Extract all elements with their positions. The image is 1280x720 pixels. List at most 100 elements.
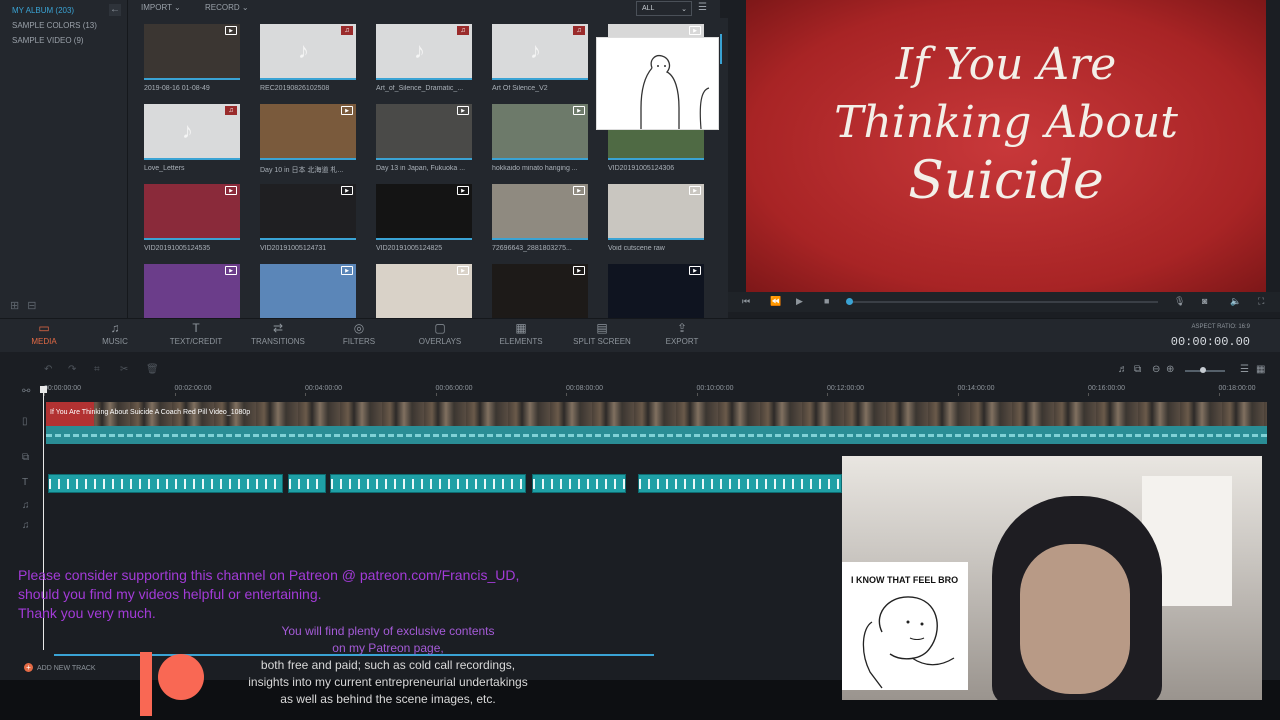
cartoon-overlay-image bbox=[596, 37, 719, 130]
add-new-track-button[interactable]: + ADD NEW TRACK bbox=[24, 663, 96, 672]
tab-text-credit[interactable]: T TEXT/CREDIT bbox=[156, 321, 236, 346]
text-clip[interactable] bbox=[532, 474, 626, 493]
media-item-name: hokkaido minato hanging ... bbox=[492, 165, 578, 172]
media-item[interactable]: ▶ VID20191005124535 bbox=[144, 184, 240, 252]
media-filter-select[interactable]: ALL ⌄ bbox=[636, 1, 692, 16]
text-clip[interactable] bbox=[48, 474, 283, 493]
media-item[interactable]: ♪ ♫ REC20190826102508 bbox=[260, 24, 356, 92]
delete-icon[interactable]: 🗑 bbox=[146, 364, 159, 375]
media-item[interactable]: ♪ ♫ Art_of_Silence_Dramatic_... bbox=[376, 24, 472, 92]
stop-icon[interactable]: ■ bbox=[824, 296, 829, 306]
media-item-name: Art_of_Silence_Dramatic_... bbox=[376, 85, 464, 92]
microphone-icon[interactable]: 🎙 bbox=[1174, 296, 1185, 307]
record-label: RECORD bbox=[205, 3, 240, 12]
skip-back-icon[interactable]: ⏮ bbox=[742, 296, 750, 307]
sidebar-actions: ⊞ ⊟ bbox=[10, 299, 36, 312]
record-button[interactable]: RECORD ⌄ bbox=[205, 3, 249, 12]
media-item[interactable]: ♪ ♫ Art Of Silence_V2 bbox=[492, 24, 588, 92]
media-item[interactable]: ▶ bbox=[608, 264, 704, 318]
media-item[interactable]: ▶ bbox=[376, 264, 472, 318]
media-item[interactable]: ▶ Day 13 in Japan, Fukuoka ... bbox=[376, 104, 472, 172]
ruler-tick bbox=[174, 393, 176, 396]
tab-music[interactable]: ♫ MUSIC bbox=[75, 321, 155, 346]
patreon-details: You will find plenty of exclusive conten… bbox=[230, 623, 546, 708]
undo-icon[interactable]: ↶ bbox=[44, 364, 52, 375]
preview-progress-bar[interactable] bbox=[848, 301, 1158, 303]
tab-filters[interactable]: ◎ FILTERS bbox=[319, 321, 399, 346]
redo-icon[interactable]: ↷ bbox=[68, 364, 76, 375]
album-item-sample-colors[interactable]: SAMPLE COLORS (13) bbox=[0, 18, 127, 33]
text-track bbox=[48, 474, 848, 494]
media-item[interactable]: ▶ 72696643_2881803275... bbox=[492, 184, 588, 252]
tab-label: TRANSITIONS bbox=[251, 337, 305, 346]
video-clip[interactable]: If You Are Thinking About Suicide A Coac… bbox=[46, 402, 1267, 444]
tab-label: FILTERS bbox=[342, 337, 376, 346]
zoom-out-icon[interactable]: ⊖ bbox=[1152, 364, 1160, 375]
media-item[interactable]: ▶ bbox=[144, 264, 240, 318]
import-button[interactable]: IMPORT ⌄ bbox=[141, 3, 181, 12]
ruler-tick-label: 00:02:00:00 bbox=[174, 385, 212, 392]
tab-transitions[interactable]: ⇄ TRANSITIONS bbox=[238, 321, 318, 346]
media-item[interactable]: ▶ bbox=[492, 264, 588, 318]
ruler-tick bbox=[1088, 393, 1089, 396]
media-item[interactable]: ▶ bbox=[260, 264, 356, 318]
ruler-tick bbox=[44, 393, 45, 396]
media-item[interactable]: ▶ Day 10 in 日本 北海道 札... bbox=[260, 104, 356, 175]
media-item-name: VID20191005124306 bbox=[608, 165, 675, 172]
tab-export[interactable]: ⇪ EXPORT bbox=[642, 321, 722, 346]
text-clip[interactable] bbox=[330, 474, 526, 493]
media-toolbar: IMPORT ⌄ RECORD ⌄ ALL ⌄ ☰ bbox=[128, 0, 720, 18]
ruler-tick bbox=[435, 393, 437, 396]
list-view-icon[interactable]: ☰ bbox=[698, 2, 707, 13]
zoom-slider-knob[interactable] bbox=[1200, 367, 1206, 373]
media-item[interactable]: ▶ 2019-08-16 01-08-49 bbox=[144, 24, 240, 92]
media-item[interactable]: ♪ ♫ Love_Letters bbox=[144, 104, 240, 172]
step-back-icon[interactable]: ⏪ bbox=[770, 296, 781, 307]
clip-label: If You Are Thinking About Suicide A Coac… bbox=[50, 409, 251, 416]
grid-icon[interactable]: ▦ bbox=[1256, 364, 1265, 375]
music-track-icon: ♫ bbox=[22, 500, 30, 511]
preview-progress-knob[interactable] bbox=[846, 298, 853, 305]
patreon-logo bbox=[140, 652, 208, 716]
timeline-toolbar: ↶ ↷ ⌗ ✂ 🗑 ♬ ⧉ ⊖ ⊕ ☰ ▦ bbox=[0, 362, 1280, 380]
timeline-ruler[interactable]: 00:00:00:00 00:02:00:00 00:04:00:00 00:06:0… bbox=[40, 380, 1280, 396]
media-item[interactable]: ▶ Void cutscene raw bbox=[608, 184, 704, 252]
list-icon[interactable]: ☰ bbox=[1240, 364, 1249, 375]
video-thumbnail: ▶ bbox=[376, 264, 472, 318]
tab-elements[interactable]: ▦ ELEMENTS bbox=[481, 321, 561, 346]
tab-label: ELEMENTS bbox=[499, 337, 543, 346]
album-item-my-album[interactable]: MY ALBUM (203) bbox=[0, 3, 127, 18]
media-scrollbar[interactable] bbox=[720, 34, 722, 64]
render-icon[interactable]: ⧉ bbox=[1134, 364, 1141, 375]
add-folder-icon[interactable]: ⊞ bbox=[10, 299, 19, 312]
delete-folder-icon[interactable]: ⊟ bbox=[27, 299, 36, 312]
snapshot-icon[interactable]: ◙ bbox=[1202, 296, 1207, 306]
audio-mixer-icon[interactable]: ♬ bbox=[1118, 364, 1128, 375]
ruler-tick-label: 00:18:00:00 bbox=[1218, 385, 1256, 392]
video-badge-icon: ▶ bbox=[225, 26, 237, 35]
text-clip[interactable] bbox=[288, 474, 326, 493]
ruler-tick-label: 00:04:00:00 bbox=[305, 385, 342, 392]
album-item-sample-video[interactable]: SAMPLE VIDEO (9) bbox=[0, 33, 127, 48]
tab-split-screen[interactable]: ▤ SPLIT SCREEN bbox=[562, 321, 642, 346]
cut-icon[interactable]: ✂ bbox=[120, 364, 128, 375]
video-track-icon: ▯ bbox=[22, 416, 28, 427]
zoom-in-icon[interactable]: ⊕ bbox=[1166, 364, 1174, 375]
video-thumbnail: ▶ bbox=[376, 184, 472, 240]
preview-title-line-2: Thinking About bbox=[834, 97, 1178, 148]
media-item[interactable]: ▶ VID20191005124825 bbox=[376, 184, 472, 252]
arrow-left-icon[interactable]: ← bbox=[109, 4, 121, 16]
preview-controls: ⏮ ⏪ ▶ ■ 🎙 ◙ 🔈 ⛶ bbox=[728, 292, 1280, 312]
media-item[interactable]: ▶ VID20191005124731 bbox=[260, 184, 356, 252]
playhead-handle[interactable] bbox=[40, 386, 47, 393]
preview-player: If You Are Thinking About Suicide bbox=[746, 0, 1266, 292]
tab-overlays[interactable]: ▢ OVERLAYS bbox=[400, 321, 480, 346]
text-clip[interactable] bbox=[638, 474, 842, 493]
tab-media[interactable]: ▭ MEDIA bbox=[4, 321, 84, 346]
fullscreen-icon[interactable]: ⛶ bbox=[1258, 296, 1264, 307]
video-badge-icon: ▶ bbox=[457, 266, 469, 275]
crop-icon[interactable]: ⌗ bbox=[94, 364, 100, 375]
volume-icon[interactable]: 🔈 bbox=[1230, 296, 1241, 307]
play-icon[interactable]: ▶ bbox=[796, 296, 803, 307]
media-item[interactable]: ▶ hokkaido minato hanging ... bbox=[492, 104, 588, 172]
